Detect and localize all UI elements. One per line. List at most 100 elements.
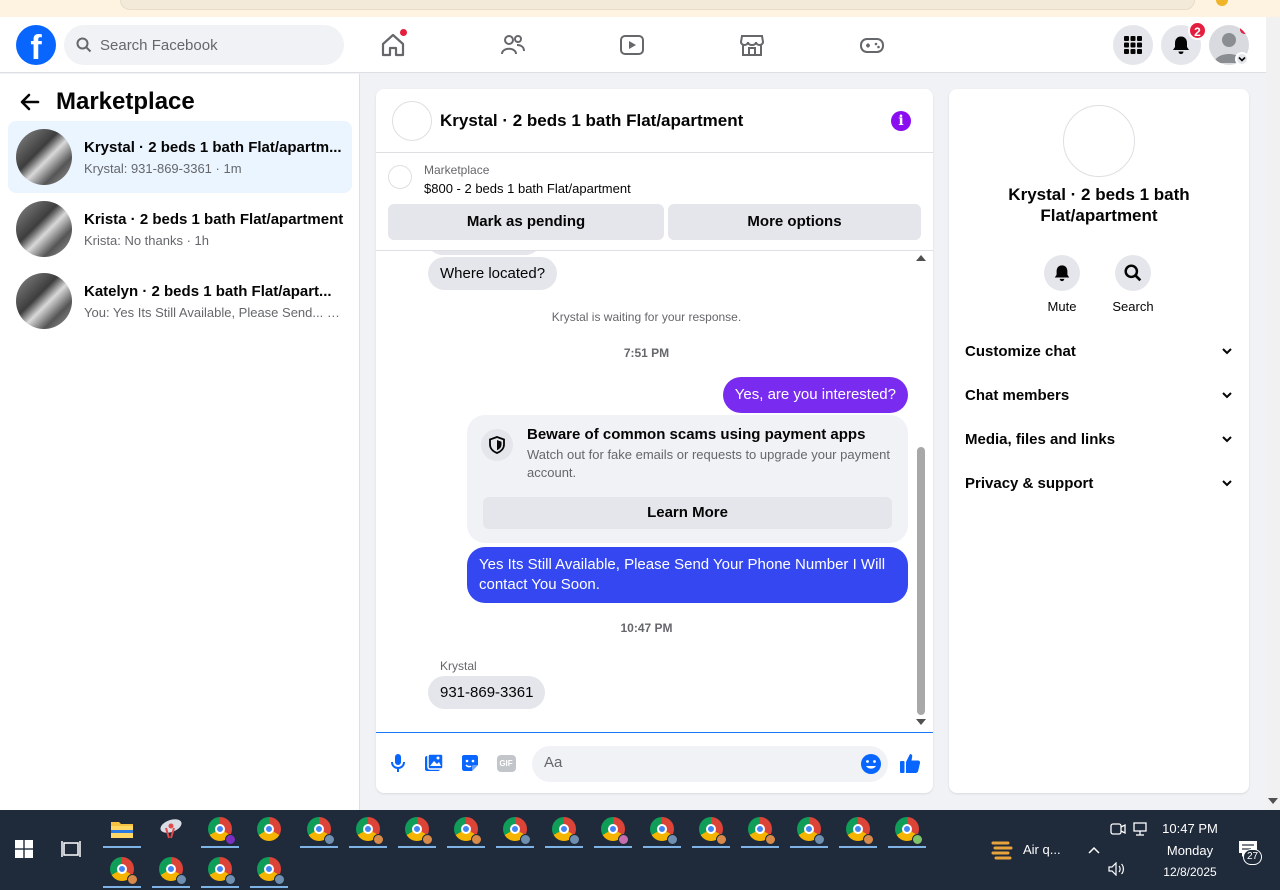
search-input[interactable] (100, 36, 320, 54)
meet-now-icon[interactable] (1110, 822, 1126, 836)
search-in-chat-button[interactable] (1115, 255, 1151, 291)
back-arrow-icon[interactable] (20, 92, 40, 112)
taskbar-chrome-profile[interactable] (737, 810, 783, 848)
notifications-button[interactable]: 2 (1161, 21, 1207, 65)
mark-as-pending-button[interactable]: Mark as pending (388, 204, 664, 240)
volume-icon[interactable] (1108, 862, 1126, 876)
row-label: Media, files and links (965, 430, 1116, 448)
scroll-up-arrow-icon[interactable] (916, 255, 926, 261)
marketplace-icon (739, 35, 765, 56)
page-title: Marketplace (56, 88, 195, 115)
nav-home[interactable] (373, 25, 413, 65)
mute-button[interactable] (1044, 255, 1080, 291)
taskbar-chrome-profile[interactable] (541, 810, 587, 848)
menu-button[interactable] (1113, 25, 1153, 65)
search-action[interactable]: Search (1103, 255, 1163, 314)
thread-scrollbar[interactable] (915, 251, 927, 735)
taskbar-chrome-profile[interactable] (639, 810, 685, 848)
chevron-up-icon[interactable] (1087, 845, 1101, 855)
taskbar-chrome-profile[interactable] (394, 810, 440, 848)
search-icon (76, 37, 92, 53)
page-scrollbar[interactable] (1266, 17, 1280, 810)
active-indicator (594, 846, 632, 848)
listing-price[interactable]: $800 - 2 beds 1 bath Flat/apartment (424, 181, 631, 196)
chat-members-row[interactable]: Chat members (957, 373, 1241, 417)
conversation-name: Krista · 2 beds 1 bath Flat/apartment (84, 210, 344, 228)
active-indicator (741, 846, 779, 848)
taskbar-chrome-profile[interactable] (590, 810, 636, 848)
customize-chat-row[interactable]: Customize chat (957, 329, 1241, 373)
emoji-icon[interactable] (860, 753, 882, 775)
chevron-down-icon (1222, 436, 1232, 443)
active-indicator (103, 886, 141, 888)
facebook-logo-icon[interactable]: f (16, 25, 56, 65)
message-input-wrap[interactable] (532, 746, 888, 782)
action-center-button[interactable]: 27 (1238, 840, 1262, 865)
gif-icon: GIF (496, 754, 516, 772)
active-indicator (398, 846, 436, 848)
chat-header: Krystal · 2 beds 1 bath Flat/apartment i (376, 89, 933, 153)
conversations-panel: Marketplace Krystal · 2 beds 1 bath Flat… (0, 74, 360, 810)
taskbar-file-explorer[interactable] (99, 810, 145, 848)
search-icon (1124, 264, 1142, 282)
chat-avatar[interactable] (392, 100, 432, 141)
scrollbar-thumb[interactable] (917, 447, 925, 715)
voice-clip-button[interactable] (380, 745, 416, 781)
privacy-support-row[interactable]: Privacy & support (957, 461, 1241, 505)
taskbar-chrome-profile[interactable] (197, 810, 243, 848)
conversation-name: Katelyn · 2 beds 1 bath Flat/apart... (84, 282, 332, 300)
search-box[interactable] (64, 25, 344, 65)
taskbar-chrome-profile[interactable] (688, 810, 734, 848)
scroll-down-arrow-icon[interactable] (916, 719, 926, 725)
conversation-item[interactable]: Katelyn · 2 beds 1 bath Flat/apart... Yo… (8, 265, 352, 337)
clock-day[interactable]: Monday (1150, 843, 1230, 858)
like-button[interactable] (892, 745, 928, 781)
microphone-icon (391, 754, 405, 772)
scroll-down-arrow-icon[interactable] (1268, 798, 1278, 804)
conversation-item[interactable]: Krystal · 2 beds 1 bath Flat/apartm... K… (8, 121, 352, 193)
message-thread[interactable]: Where located? Krystal is waiting for yo… (376, 251, 933, 735)
nav-video[interactable] (612, 25, 652, 65)
media-files-links-row[interactable]: Media, files and links (957, 417, 1241, 461)
mute-action[interactable]: Mute (1032, 255, 1092, 314)
chrome-icon (159, 857, 187, 885)
conversation-item[interactable]: Krista · 2 beds 1 bath Flat/apartment Kr… (8, 193, 352, 265)
taskbar-chrome-profile[interactable] (786, 810, 832, 848)
chat-details-panel: Krystal · 2 beds 1 bath Flat/apartment M… (949, 89, 1249, 793)
attach-photo-button[interactable] (416, 745, 452, 781)
message-input[interactable] (544, 754, 844, 771)
network-icon[interactable] (1133, 822, 1151, 836)
nav-gaming[interactable] (852, 25, 892, 65)
start-button[interactable] (1, 830, 47, 868)
chrome-icon (257, 857, 285, 885)
more-options-button[interactable]: More options (668, 204, 921, 240)
chat-title[interactable]: Krystal · 2 beds 1 bath Flat/apartment (440, 111, 743, 131)
learn-more-button[interactable]: Learn More (483, 497, 892, 529)
taskbar-satellite-app[interactable] (148, 810, 194, 848)
clock-date[interactable]: 12/8/2025 (1150, 865, 1230, 879)
account-caret[interactable] (1235, 52, 1249, 66)
shield-icon-wrap (481, 429, 513, 461)
task-view-button[interactable] (48, 830, 94, 868)
chat-panel: Krystal · 2 beds 1 bath Flat/apartment i… (376, 89, 933, 793)
chrome-icon (895, 817, 923, 845)
gif-button[interactable]: GIF (488, 745, 524, 781)
taskbar-chrome-profile[interactable] (99, 850, 145, 888)
taskbar-chrome-profile[interactable] (197, 850, 243, 888)
taskbar-chrome-profile[interactable] (296, 810, 342, 848)
info-icon[interactable]: i (891, 111, 911, 131)
clock-time[interactable]: 10:47 PM (1150, 821, 1230, 836)
taskbar-chrome-profile[interactable] (443, 810, 489, 848)
message-bubble-partial (428, 251, 540, 255)
sticker-button[interactable] (452, 745, 488, 781)
nav-marketplace[interactable] (732, 25, 772, 65)
taskbar-chrome[interactable] (246, 810, 292, 848)
taskbar-chrome-profile[interactable] (345, 810, 391, 848)
nav-friends[interactable] (493, 25, 533, 65)
browser-bar (120, 0, 1195, 10)
taskbar-chrome-profile[interactable] (835, 810, 881, 848)
taskbar-chrome-profile[interactable] (246, 850, 292, 888)
taskbar-chrome-profile[interactable] (492, 810, 538, 848)
taskbar-chrome-profile[interactable] (884, 810, 930, 848)
taskbar-chrome-profile[interactable] (148, 850, 194, 888)
